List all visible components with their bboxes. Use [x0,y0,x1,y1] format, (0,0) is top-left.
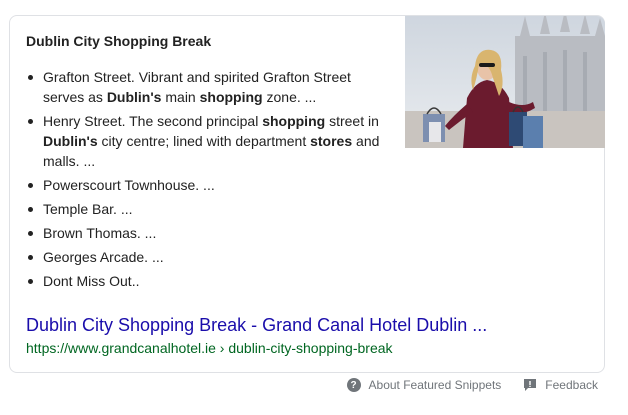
bullet-icon [28,207,33,212]
list-item-text: Powerscourt Townhouse. ... [43,177,215,193]
about-featured-snippets-link[interactable]: ? About Featured Snippets [346,378,502,392]
highlighted-keyword: Dublin's [106,89,162,105]
bullet-icon [28,231,33,236]
bullet-icon [28,119,33,124]
help-circle-icon: ? [346,378,361,392]
list-item-text: city centre; lined with department [97,133,311,149]
shopping-woman-image [405,16,605,148]
result-url[interactable]: https://www.grandcanalhotel.ie › dublin-… [26,340,393,356]
highlighted-keyword: Dublin's [43,133,98,149]
featured-snippet-card: Dublin City Shopping Break Grafton Stree… [9,15,605,373]
list-item-text: Henry Street. The second principal [43,113,263,129]
bullet-icon [28,279,33,284]
feedback-link[interactable]: Feedback [523,378,598,392]
bullet-icon [28,75,33,80]
snippet-list-item: Dont Miss Out.. [26,271,396,291]
feedback-flag-icon [524,379,537,391]
highlighted-keyword: shopping [199,89,263,105]
bullet-icon [28,255,33,260]
list-item-text: street in [325,113,379,129]
snippet-thumbnail-image[interactable] [405,16,605,148]
highlighted-keyword: stores [310,133,353,149]
snippet-list: Grafton Street. Vibrant and spirited Gra… [26,67,396,295]
list-item-text: Dont Miss Out.. [43,273,140,289]
list-item-text: zone. ... [262,89,317,105]
about-featured-snippets-label: About Featured Snippets [368,378,502,392]
snippet-list-item: Grafton Street. Vibrant and spirited Gra… [26,67,396,107]
list-item-text: main [161,89,200,105]
snippet-list-item: Henry Street. The second principal shopp… [26,111,396,171]
snippet-list-item: Temple Bar. ... [26,199,396,219]
list-item-text: Brown Thomas. ... [43,225,157,241]
snippet-list-item: Brown Thomas. ... [26,223,396,243]
bullet-icon [28,183,33,188]
snippet-title: Dublin City Shopping Break [26,33,212,49]
feedback-label: Feedback [545,378,598,392]
highlighted-keyword: shopping [262,113,326,129]
snippet-footer: ? About Featured Snippets Feedback [346,378,598,392]
snippet-list-item: Powerscourt Townhouse. ... [26,175,396,195]
list-item-text: Georges Arcade. ... [43,249,164,265]
result-title-link[interactable]: Dublin City Shopping Break - Grand Canal… [26,315,487,336]
snippet-list-item: Georges Arcade. ... [26,247,396,267]
list-item-text: Temple Bar. ... [43,201,133,217]
